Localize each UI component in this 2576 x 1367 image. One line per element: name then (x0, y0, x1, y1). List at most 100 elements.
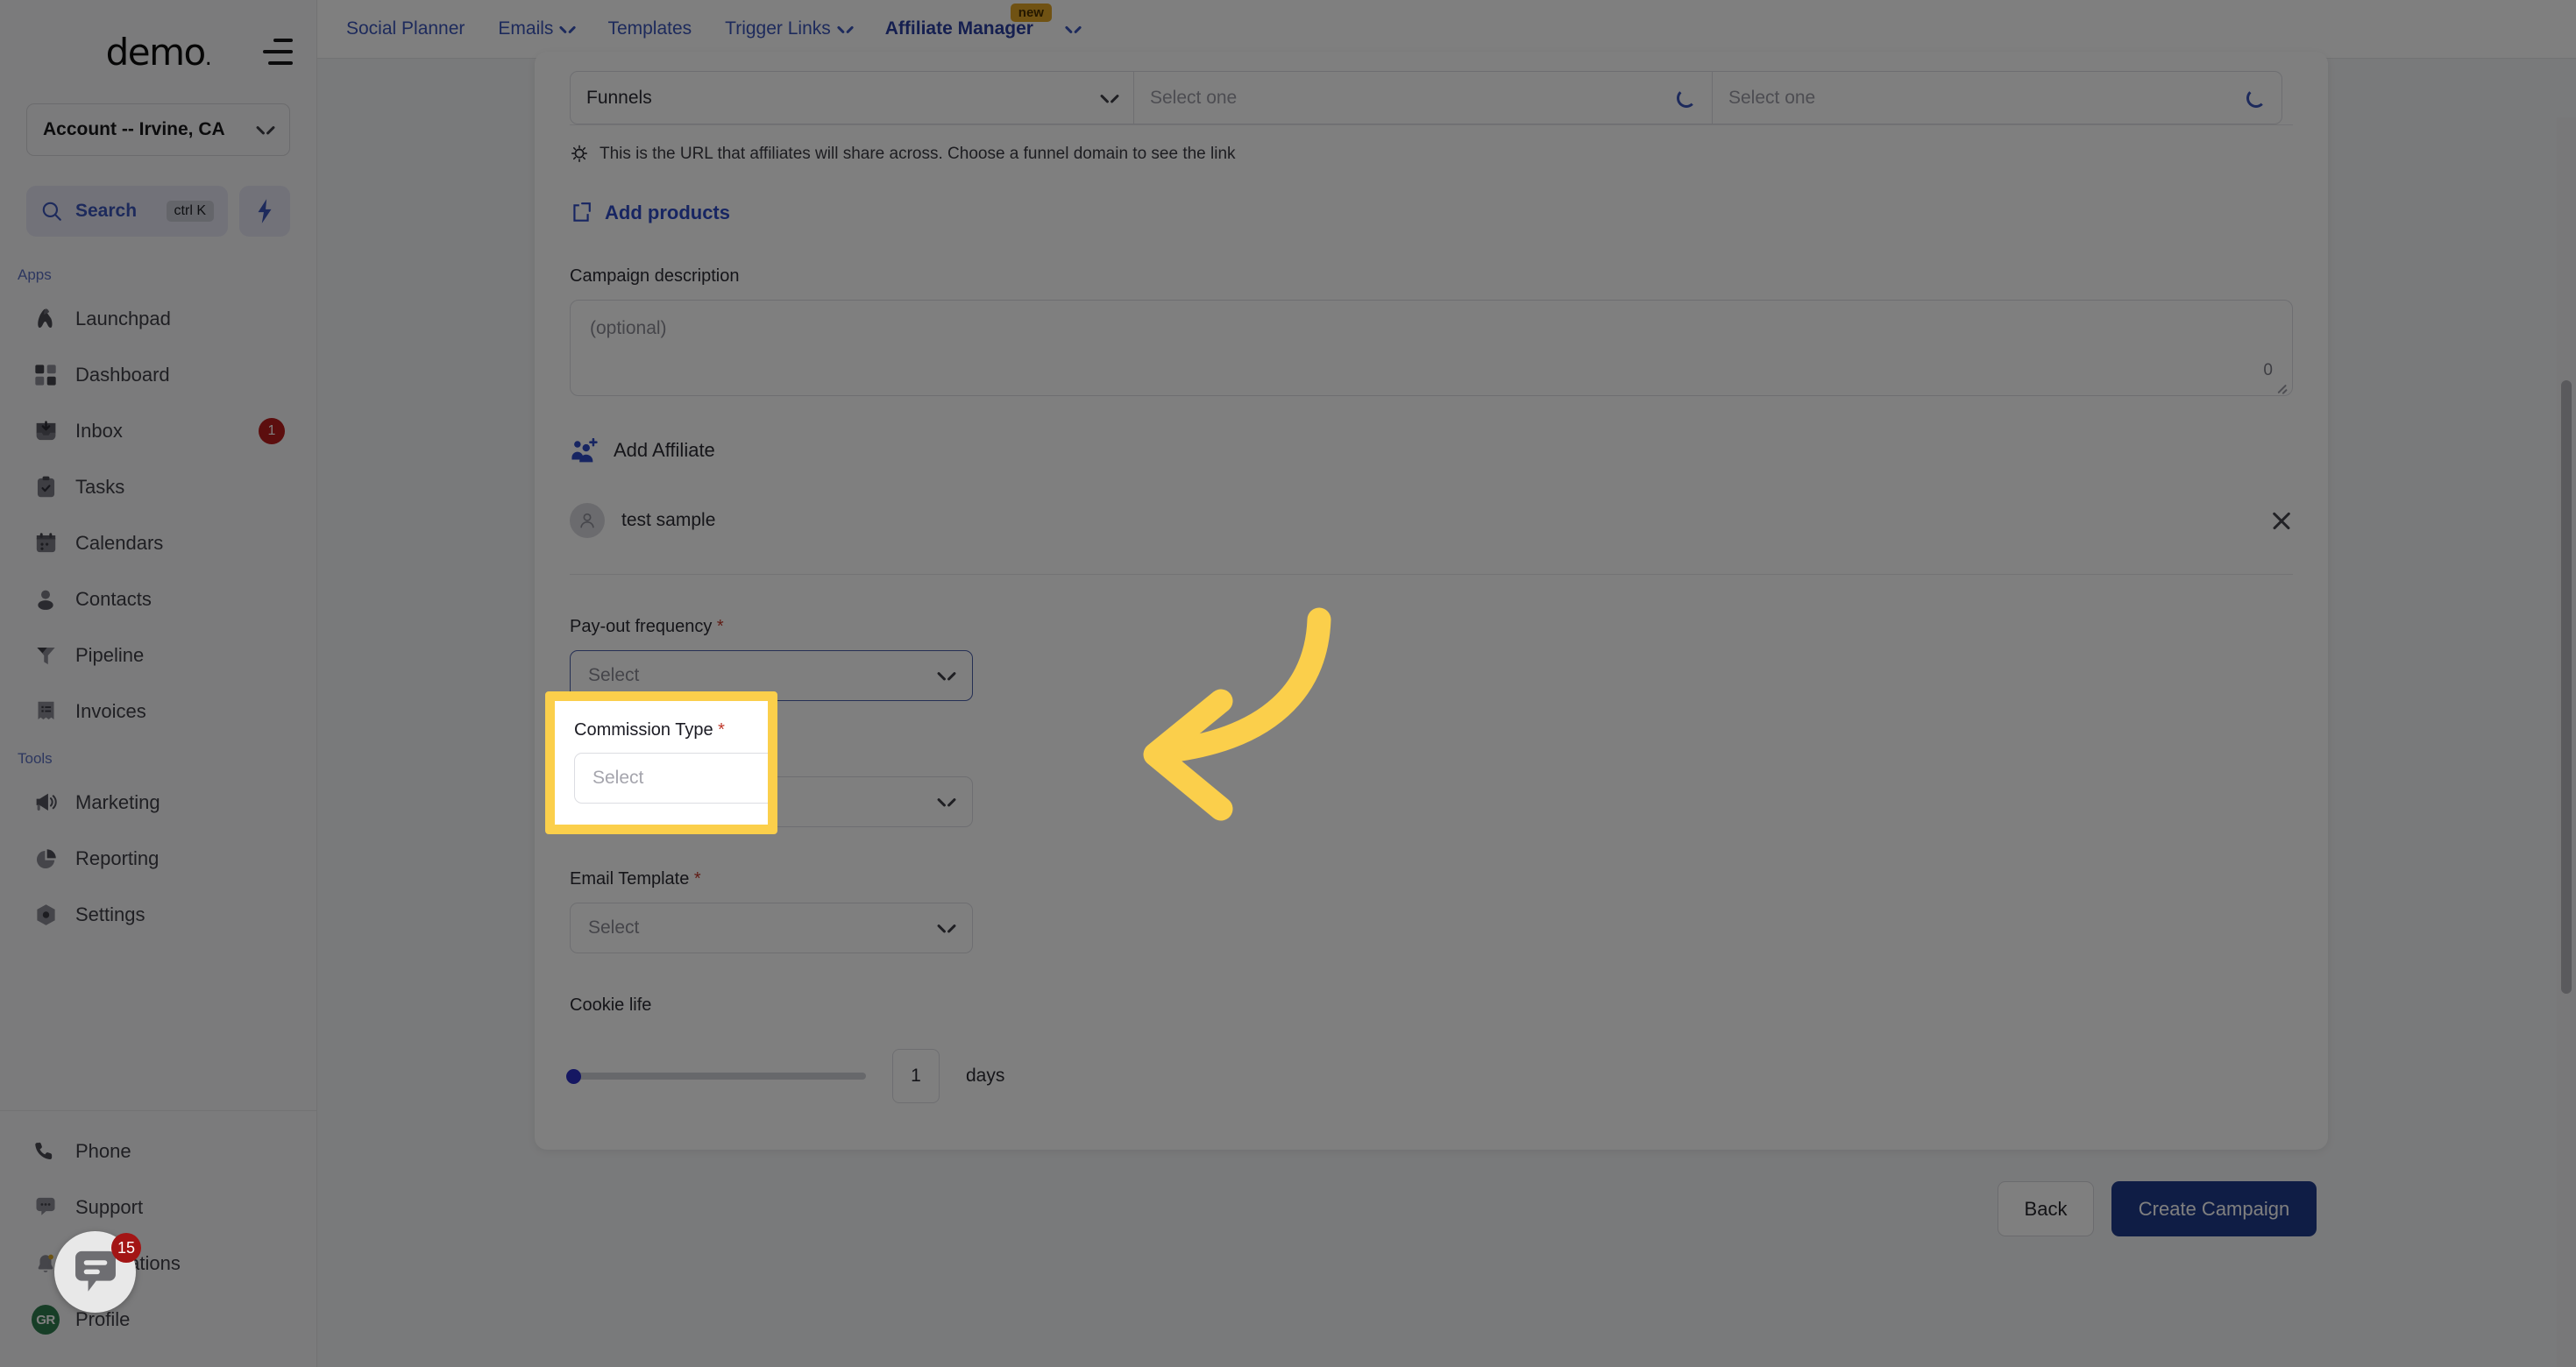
search-icon (42, 202, 61, 221)
form-footer-actions: Back Create Campaign (1998, 1181, 2317, 1236)
url-hint-row: This is the URL that affiliates will sha… (570, 145, 2293, 164)
sidebar-item-label: Inbox (75, 420, 123, 442)
commission-type-highlight-inner: Commission Type * Select (555, 701, 768, 804)
quick-actions-button[interactable] (239, 186, 290, 237)
avatar-initials: GR (32, 1305, 60, 1335)
pie-chart-icon (32, 845, 60, 873)
chevron-down-icon (1102, 94, 1118, 103)
sidebar-item-pipeline[interactable]: Pipeline (19, 627, 297, 684)
email-template-label: Email Template * (570, 869, 2293, 889)
chevron-down-icon (258, 125, 273, 134)
hamburger-menu-icon[interactable] (263, 39, 293, 65)
gear-icon (32, 901, 60, 929)
sidebar-item-label: Contacts (75, 588, 152, 610)
sidebar-item-label: Calendars (75, 532, 164, 554)
sidebar-item-marketing[interactable]: Marketing (19, 775, 297, 831)
url-hint-text: This is the URL that affiliates will sha… (600, 145, 1236, 163)
sidebar-item-inbox[interactable]: Inbox 1 (19, 403, 297, 459)
commission-type-highlight-label: Commission Type * (574, 720, 749, 740)
add-products-icon (573, 202, 591, 222)
campaign-description-input[interactable]: (optional) 0 (570, 300, 2293, 396)
cookie-life-label: Cookie life (570, 995, 652, 1015)
scrollbar-thumb[interactable] (2561, 380, 2572, 994)
search-input[interactable]: Search ctrl K (26, 186, 228, 237)
tab-affiliate-manager[interactable]: Affiliate Manager new (869, 0, 1052, 58)
chevron-down-icon (939, 924, 954, 932)
cookie-life-slider[interactable] (566, 1069, 866, 1084)
funnel-page-select[interactable]: Select one (1713, 71, 2282, 124)
funnel-page-placeholder: Select one (1728, 87, 1816, 108)
account-switcher[interactable]: Account -- Irvine, CA (26, 103, 290, 156)
commission-type-highlight-select[interactable]: Select (574, 753, 768, 804)
required-marker: * (718, 720, 725, 740)
sidebar-item-launchpad[interactable]: Launchpad (19, 291, 297, 347)
phone-icon (32, 1137, 60, 1165)
tasks-icon (32, 473, 60, 501)
brand-logo-text: demo (105, 30, 207, 74)
affiliate-link-builder-row: Funnels Select one Select one (570, 71, 2293, 125)
create-campaign-button[interactable]: Create Campaign (2111, 1181, 2317, 1236)
tab-label: Social Planner (346, 18, 465, 39)
slider-thumb[interactable] (566, 1069, 581, 1084)
required-marker: * (693, 869, 701, 889)
tab-label: Trigger Links (725, 18, 831, 39)
sidebar-item-calendars[interactable]: Calendars (19, 515, 297, 571)
add-products-label: Add products (605, 202, 730, 223)
sidebar-item-dashboard[interactable]: Dashboard (19, 347, 297, 403)
remove-affiliate-button[interactable] (2270, 509, 2293, 532)
dashboard-icon (32, 361, 60, 389)
chat-unread-badge: 15 (110, 1233, 141, 1263)
sidebar-item-profile[interactable]: GR Profile (19, 1292, 297, 1348)
tab-label: Affiliate Manager (884, 18, 1033, 39)
email-template-select[interactable]: Select (570, 903, 973, 953)
funnel-select[interactable]: Select one (1134, 71, 1713, 124)
payout-frequency-placeholder: Select (588, 665, 640, 685)
lightbulb-icon (571, 145, 588, 163)
affiliate-list-item: test sample (570, 503, 2293, 575)
sidebar-item-label: Reporting (75, 847, 160, 869)
brand-logo: demo. (105, 30, 212, 74)
new-badge: new (1010, 4, 1052, 22)
sidebar-item-reporting[interactable]: Reporting (19, 831, 297, 887)
cookie-life-unit: days (966, 1066, 1005, 1086)
sidebar-item-tasks[interactable]: Tasks (19, 459, 297, 515)
required-marker: * (716, 617, 724, 636)
tab-trigger-links[interactable]: Trigger Links (708, 0, 869, 58)
affiliate-avatar (570, 503, 605, 538)
tab-templates[interactable]: Templates (591, 0, 708, 58)
tab-emails[interactable]: Emails (481, 0, 591, 58)
sidebar-item-label: Tasks (75, 476, 125, 498)
tab-social-planner[interactable]: Social Planner (330, 0, 481, 58)
link-type-select[interactable]: Funnels (570, 71, 1134, 124)
email-template-placeholder: Select (588, 917, 640, 938)
sidebar-item-label: Pipeline (75, 644, 145, 666)
chevron-down-icon (839, 25, 852, 33)
sidebar-item-phone[interactable]: Phone (19, 1123, 297, 1179)
sidebar-item-contacts[interactable]: Contacts (19, 571, 297, 627)
funnel-placeholder: Select one (1150, 87, 1238, 108)
cookie-life-input[interactable]: 1 (892, 1049, 940, 1103)
add-products-row[interactable]: Add products (570, 202, 2293, 224)
campaign-form-inner: Funnels Select one Select one This is th… (535, 71, 2328, 1103)
sidebar-nav: Apps Launchpad Dashboard Inbox 1 Tasks C… (0, 237, 316, 1110)
sidebar-item-label: Profile (75, 1308, 131, 1330)
calendar-icon (32, 529, 60, 557)
search-label: Search (75, 201, 138, 221)
pipeline-icon (32, 641, 60, 669)
resize-handle[interactable] (2276, 380, 2288, 392)
page-scrollbar[interactable] (2557, 117, 2576, 1367)
add-affiliate-row[interactable]: Add Affiliate (570, 438, 2293, 463)
back-button[interactable]: Back (1998, 1181, 2094, 1236)
payout-frequency-label: Pay-out frequency * (570, 617, 2293, 637)
sidebar-item-settings[interactable]: Settings (19, 887, 297, 943)
nav-group-title-tools: Tools (18, 750, 53, 767)
invoices-icon (32, 698, 60, 726)
sidebar-item-invoices[interactable]: Invoices (19, 684, 297, 740)
chevron-down-icon (939, 671, 954, 680)
chat-widget-button[interactable]: 15 (54, 1231, 141, 1313)
chevron-down-icon (939, 797, 954, 806)
sidebar-item-support[interactable]: Support (19, 1179, 297, 1236)
sidebar-item-label: Support (75, 1196, 144, 1218)
loading-spinner-icon (1677, 88, 1696, 108)
tab-affiliate-manager-dropdown[interactable] (1050, 0, 1096, 58)
